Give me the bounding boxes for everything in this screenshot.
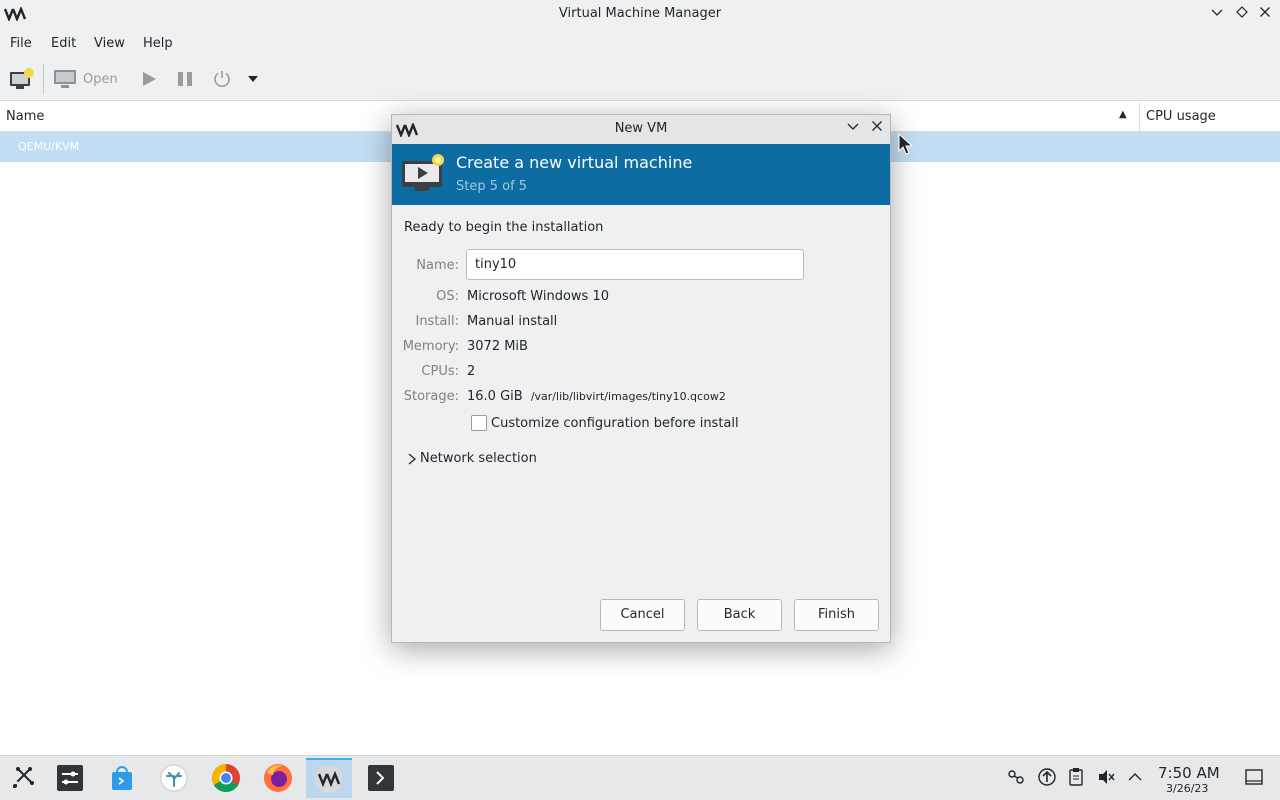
kde-connect-tray-icon[interactable] — [1005, 766, 1027, 788]
virt-manager-icon — [315, 765, 343, 793]
app-launcher-button[interactable] — [0, 758, 46, 798]
updates-tray-icon[interactable] — [1036, 766, 1058, 788]
customize-checkbox-row[interactable]: Customize configuration before install — [471, 415, 739, 431]
column-cpu-header[interactable]: CPU usage — [1146, 109, 1216, 124]
summary-panel: Ready to begin the installation Name: OS… — [392, 205, 890, 642]
monitor-icon — [54, 70, 76, 88]
show-desktop-icon[interactable] — [1243, 766, 1265, 788]
new-vm-button[interactable] — [9, 66, 35, 92]
chevron-down-icon — [1211, 9, 1223, 16]
shutdown-menu-button[interactable] — [247, 66, 259, 92]
tray-expand-chevron-up-icon[interactable] — [1124, 766, 1146, 788]
dialog-close-button[interactable] — [868, 120, 886, 138]
memory-label: Memory: — [402, 339, 459, 354]
storage-path: /var/lib/libvirt/images/tiny10.qcow2 — [530, 390, 726, 403]
wizard-banner: Create a new virtual machine Step 5 of 5 — [392, 144, 890, 205]
taskbar-discover[interactable] — [99, 758, 145, 798]
coral-icon — [160, 764, 188, 792]
menu-edit[interactable]: Edit — [51, 36, 76, 51]
taskbar-coral-app[interactable] — [151, 758, 197, 798]
settings-sliders-icon — [57, 765, 83, 791]
back-button[interactable]: Back — [697, 599, 782, 631]
storage-size: 16.0 GiB — [467, 389, 523, 404]
close-icon — [1260, 7, 1270, 17]
finish-button[interactable]: Finish — [794, 599, 879, 631]
mouse-cursor-icon — [898, 133, 914, 155]
network-selection-label: Network selection — [420, 451, 537, 466]
taskbar-system-settings[interactable] — [47, 758, 93, 798]
connection-label: QEMU/KVM — [18, 140, 80, 153]
chevron-down-icon — [847, 123, 859, 130]
cpus-label: CPUs: — [421, 364, 459, 379]
diamond-icon — [1236, 6, 1248, 18]
taskbar-firefox[interactable] — [255, 758, 301, 798]
close-button[interactable] — [1256, 6, 1274, 24]
cancel-button[interactable]: Cancel — [600, 599, 685, 631]
menu-file[interactable]: File — [10, 36, 32, 51]
clipboard-tray-icon[interactable] — [1065, 766, 1087, 788]
cpus-value: 2 — [467, 364, 476, 379]
taskbar-terminal[interactable] — [358, 758, 404, 798]
customize-label: Customize configuration before install — [491, 415, 739, 431]
clock-date[interactable]: 3/26/23 — [1166, 782, 1208, 795]
menu-bar: File Edit View Help — [0, 30, 1280, 58]
launcher-icon — [13, 767, 34, 788]
clock-time[interactable]: 7:50 AM — [1158, 764, 1220, 782]
open-button[interactable]: Open — [53, 66, 118, 92]
open-label: Open — [83, 71, 118, 87]
sort-ascending-icon: ▲ — [1119, 109, 1127, 120]
customize-checkbox[interactable] — [471, 415, 487, 431]
column-name-header[interactable]: Name — [6, 109, 44, 124]
vm-name-input[interactable] — [466, 249, 804, 280]
shutdown-button[interactable] — [212, 66, 232, 92]
install-value: Manual install — [467, 314, 558, 329]
new-vm-dialog: New VM Create a new virtual machine Step… — [391, 114, 891, 643]
chrome-icon — [212, 764, 240, 792]
dialog-titlebar: New VM — [392, 115, 890, 144]
pause-icon — [178, 72, 192, 86]
storage-label: Storage: — [403, 389, 459, 404]
storage-value: 16.0 GiB /var/lib/libvirt/images/tiny10.… — [467, 389, 726, 404]
toolbar: Open — [0, 58, 1280, 101]
toolbar-separator — [43, 64, 44, 94]
menu-help[interactable]: Help — [143, 36, 173, 51]
terminal-icon — [368, 765, 394, 791]
window-titlebar: Virtual Machine Manager — [0, 0, 1280, 30]
network-selection-expander[interactable]: Network selection — [406, 451, 537, 466]
dialog-minimize-button[interactable] — [844, 120, 862, 138]
run-button[interactable] — [140, 66, 158, 92]
close-icon — [872, 121, 882, 131]
os-label: OS: — [436, 289, 459, 304]
new-vm-icon — [10, 68, 34, 89]
caret-down-icon — [248, 76, 258, 82]
pause-button[interactable] — [176, 66, 194, 92]
install-label: Install: — [415, 314, 459, 329]
volume-muted-tray-icon[interactable] — [1095, 766, 1117, 788]
banner-step: Step 5 of 5 — [456, 179, 528, 194]
os-value: Microsoft Windows 10 — [467, 289, 609, 304]
firefox-icon — [264, 764, 292, 792]
banner-title: Create a new virtual machine — [456, 153, 693, 172]
maximize-button[interactable] — [1233, 6, 1251, 24]
name-label: Name: — [416, 258, 459, 273]
chevron-right-icon — [408, 453, 417, 464]
taskbar-chrome[interactable] — [203, 758, 249, 798]
column-separator — [1139, 103, 1140, 131]
power-icon — [214, 71, 230, 87]
dialog-title: New VM — [614, 121, 668, 136]
minimize-button[interactable] — [1208, 6, 1226, 24]
memory-value: 3072 MiB — [467, 339, 528, 354]
taskbar: 7:50 AM 3/26/23 — [0, 755, 1280, 800]
new-vm-banner-icon — [402, 154, 444, 191]
menu-view[interactable]: View — [94, 36, 125, 51]
window-title: Virtual Machine Manager — [558, 6, 722, 21]
store-bag-icon — [112, 766, 132, 790]
taskbar-virt-manager[interactable] — [306, 758, 352, 798]
ready-heading: Ready to begin the installation — [404, 220, 604, 235]
play-icon — [143, 72, 156, 86]
